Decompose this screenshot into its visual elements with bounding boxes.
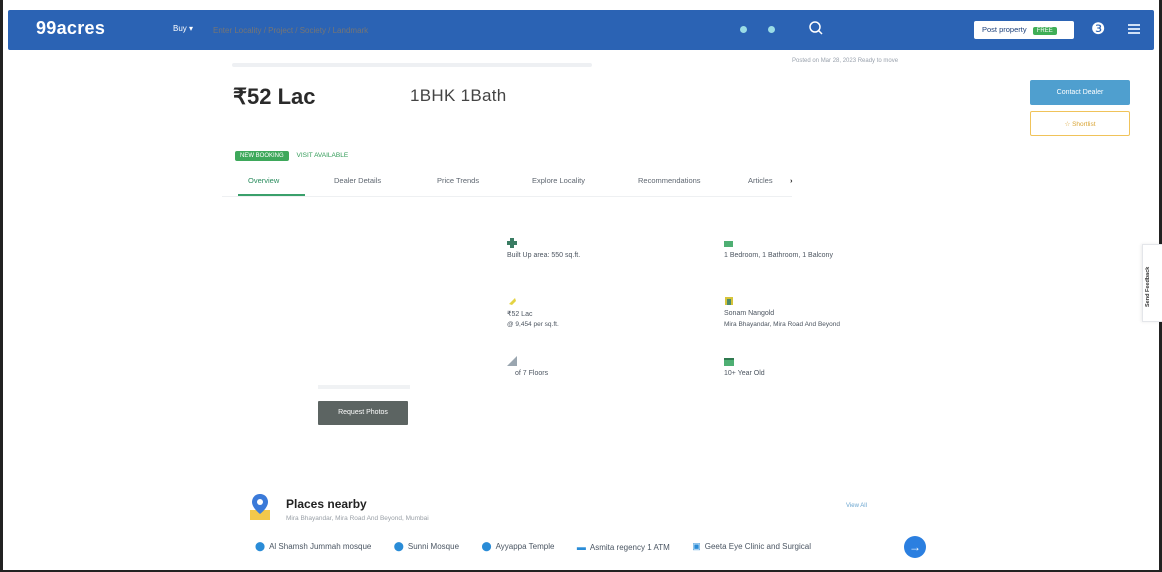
places-title: Places nearby bbox=[286, 497, 367, 511]
place-chip[interactable]: ⬤ Al Shamsh Jummah mosque bbox=[255, 541, 371, 552]
place-chip[interactable]: ⬤ Ayyappa Temple bbox=[481, 541, 554, 552]
tab-price-trends[interactable]: Price Trends bbox=[437, 176, 479, 185]
property-config: 1BHK 1Bath bbox=[410, 86, 507, 105]
places-chips: ⬤ Al Shamsh Jummah mosque ⬤ Sunni Mosque ⬤… bbox=[255, 538, 915, 556]
photos-placeholder-line bbox=[318, 385, 410, 389]
feature-area-value: Built Up area: 550 sq.ft. bbox=[507, 252, 581, 259]
feature-address-line2: Mira Bhayandar, Mira Road And Beyond bbox=[724, 321, 840, 328]
tab-overview[interactable]: Overview bbox=[248, 176, 279, 185]
free-badge: FREE bbox=[1032, 27, 1057, 35]
place-chip-label: Al Shamsh Jummah mosque bbox=[269, 542, 372, 552]
stairs-icon bbox=[507, 356, 517, 366]
place-chip[interactable]: ▣ Geeta Eye Clinic and Surgical bbox=[692, 541, 811, 552]
send-feedback-label: Send Feedback bbox=[1145, 266, 1151, 307]
pin-icon: ⬤ bbox=[393, 541, 404, 552]
place-chip[interactable]: ⬤ Sunni Mosque bbox=[394, 541, 459, 552]
building-icon bbox=[725, 297, 733, 305]
buy-dropdown[interactable]: Buy ▾ bbox=[173, 24, 193, 33]
page-frame bbox=[0, 0, 1162, 572]
tab-recommendations[interactable]: Recommendations bbox=[638, 176, 701, 185]
location-pin-icon bbox=[250, 494, 270, 520]
post-property-label: Post property bbox=[982, 25, 1027, 34]
bed-icon bbox=[724, 241, 733, 247]
price-tag-icon bbox=[509, 298, 516, 305]
request-photos-button[interactable]: Request Photos bbox=[318, 401, 408, 425]
user-icon[interactable]: ❸ bbox=[1091, 19, 1105, 39]
tab-divider bbox=[222, 196, 792, 197]
tab-dealer-details[interactable]: Dealer Details bbox=[334, 176, 381, 185]
site-logo[interactable]: 99acres bbox=[36, 18, 105, 39]
view-all-link[interactable]: View All bbox=[846, 503, 867, 509]
feature-address-line1: Sonam Nangold bbox=[724, 310, 775, 317]
search-input[interactable] bbox=[213, 23, 683, 37]
place-chip[interactable]: ▬ Asmita regency 1 ATM bbox=[577, 542, 670, 552]
area-icon bbox=[507, 238, 517, 248]
tab-explore-locality[interactable]: Explore Locality bbox=[532, 176, 585, 185]
atm-icon: ▬ bbox=[576, 541, 586, 552]
property-price: ₹52 Lac bbox=[233, 84, 316, 109]
pin-icon: ⬤ bbox=[255, 541, 266, 552]
search-icon[interactable] bbox=[808, 20, 824, 36]
places-subtitle: Mira Bhayandar, Mira Road And Beyond, Mu… bbox=[286, 515, 429, 522]
tabs-next-arrow-icon[interactable]: › bbox=[790, 176, 793, 185]
place-chip-label: Ayyappa Temple bbox=[495, 542, 555, 552]
pin-icon: ⬤ bbox=[481, 541, 492, 552]
place-chip-label: Geeta Eye Clinic and Surgical bbox=[704, 542, 812, 552]
shortlist-label: Shortlist bbox=[1072, 121, 1096, 128]
post-property-button[interactable]: Post property FREE bbox=[974, 21, 1074, 39]
visit-available-label: VISIT AVAILABLE bbox=[296, 152, 349, 159]
feature-config-value: 1 Bedroom, 1 Bathroom, 1 Balcony bbox=[724, 252, 833, 259]
location-icon[interactable] bbox=[740, 26, 747, 33]
place-chip-label: Sunni Mosque bbox=[407, 542, 460, 552]
clinic-icon: ▣ bbox=[692, 541, 701, 552]
tab-articles[interactable]: Articles bbox=[748, 176, 773, 185]
chips-next-arrow-icon[interactable]: → bbox=[904, 536, 926, 558]
posted-date: Posted on Mar 28, 2023 Ready to move bbox=[792, 58, 899, 64]
feature-price-per-sqft: @ 9,454 per sq.ft. bbox=[507, 321, 559, 328]
feature-floor-value: of 7 Floors bbox=[515, 370, 549, 377]
feature-age-value: 10+ Year Old bbox=[724, 370, 765, 377]
new-booking-badge: NEW BOOKING bbox=[235, 151, 289, 161]
contact-dealer-button[interactable]: Contact Dealer bbox=[1030, 80, 1130, 105]
calendar-icon bbox=[724, 358, 734, 366]
hamburger-menu-icon[interactable] bbox=[1128, 24, 1140, 36]
top-navbar: 99acres Buy ▾ Post property FREE ❸ bbox=[8, 10, 1154, 50]
place-chip-label: Asmita regency 1 ATM bbox=[589, 542, 670, 552]
send-feedback-tab[interactable]: Send Feedback bbox=[1142, 244, 1162, 322]
breadcrumb bbox=[232, 63, 592, 67]
shortlist-button[interactable]: ☆ Shortlist bbox=[1030, 111, 1130, 136]
mic-icon[interactable] bbox=[768, 26, 775, 33]
feature-price-value: ₹52 Lac bbox=[507, 311, 533, 318]
listing-badges: NEW BOOKING VISIT AVAILABLE bbox=[235, 151, 348, 161]
